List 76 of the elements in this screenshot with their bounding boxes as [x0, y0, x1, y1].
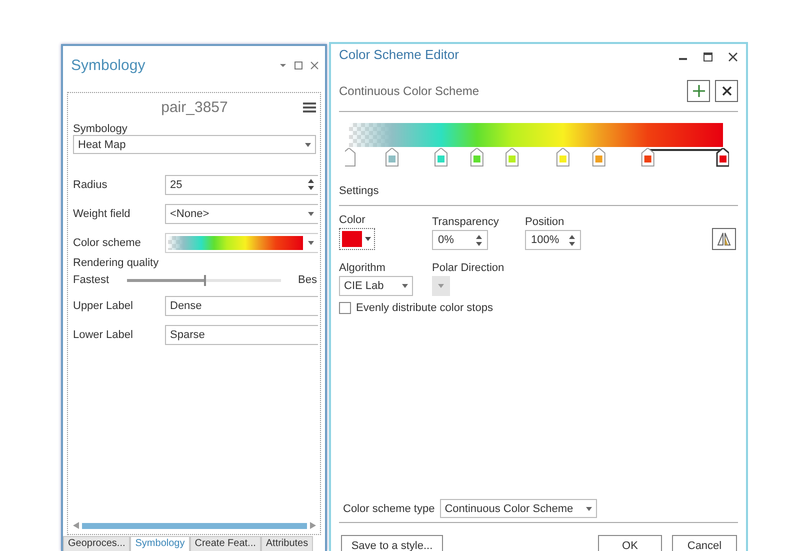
field-label: Radius	[73, 178, 108, 190]
plus-icon	[692, 85, 704, 97]
flip-button[interactable]	[712, 228, 736, 250]
color-stop[interactable]	[506, 148, 519, 166]
add-button[interactable]	[687, 80, 710, 102]
field-label: Upper Label	[73, 300, 134, 312]
delete-button[interactable]	[715, 80, 738, 102]
radius-spinner[interactable]: 25	[165, 174, 318, 194]
field-label: Color scheme type	[343, 502, 435, 514]
spin-icon[interactable]	[308, 179, 314, 190]
caret-icon	[308, 212, 314, 216]
color-stop[interactable]	[434, 148, 448, 166]
color-stop[interactable]	[592, 148, 606, 166]
color-stop[interactable]	[345, 148, 356, 166]
color-stop[interactable]	[716, 148, 729, 167]
field-label: Algorithm	[339, 262, 386, 274]
color-stop[interactable]	[386, 148, 398, 166]
menu-icon[interactable]	[303, 102, 316, 113]
caret-icon	[365, 237, 371, 241]
field-label: Color	[339, 214, 366, 226]
color-stop[interactable]	[641, 148, 654, 166]
caret-icon	[305, 142, 311, 146]
label-field[interactable]: Dense	[165, 296, 318, 316]
color-scheme-dropdown[interactable]	[165, 232, 318, 252]
pane-title: Symbology	[71, 56, 146, 74]
scheme-type-dropdown[interactable]: Continuous Color Scheme	[440, 499, 597, 518]
scroll-left-icon[interactable]	[73, 522, 79, 529]
spin-icon[interactable]	[569, 234, 575, 246]
caret-icon	[586, 506, 592, 510]
slider-max-label: Bes	[298, 274, 317, 286]
section-heading: Settings	[339, 185, 380, 197]
label-field[interactable]: Sparse	[165, 324, 318, 344]
dialog-button[interactable]: Save to a style...	[341, 535, 443, 551]
field-label: Polar Direction	[432, 262, 506, 274]
scheme-name: Continuous Color Scheme	[339, 84, 480, 98]
close-icon[interactable]	[728, 52, 738, 62]
close-icon	[722, 86, 732, 96]
close-icon[interactable]	[310, 60, 319, 70]
dropdown-icon[interactable]	[279, 61, 287, 69]
dialog-button[interactable]: OK	[598, 535, 662, 551]
flip-icon	[717, 232, 731, 246]
spin-icon[interactable]	[476, 234, 482, 246]
position-spinner[interactable]: 100%	[525, 230, 581, 250]
renderer-dropdown[interactable]: Heat Map	[73, 135, 316, 154]
field-label: Lower Label	[73, 328, 134, 340]
field-label: Symbology	[73, 123, 128, 135]
pane-tab[interactable]: Create Feat...	[190, 536, 261, 551]
transparency-spinner[interactable]: 0%	[432, 230, 488, 250]
field-label: Weight field	[73, 208, 132, 220]
field-label: Rendering quality	[73, 257, 160, 269]
layer-name: pair_3857	[161, 98, 228, 116]
maximize-icon[interactable]	[294, 60, 303, 70]
maximize-icon[interactable]	[703, 52, 713, 62]
color-stop[interactable]	[470, 148, 484, 166]
weight-dropdown[interactable]: <None>	[165, 204, 318, 224]
scroll-right-icon[interactable]	[310, 522, 316, 529]
checkbox[interactable]	[339, 302, 351, 314]
dialog-button[interactable]: Cancel	[672, 535, 737, 551]
field-label: Transparency	[432, 216, 500, 228]
pane-tab[interactable]: Symbology	[130, 536, 190, 551]
dialog-title: Color Scheme Editor	[339, 46, 460, 62]
color-ramp[interactable]	[349, 123, 723, 147]
pane-tab[interactable]: Geoproces...	[63, 536, 130, 551]
scrollbar-thumb[interactable]	[82, 522, 307, 528]
caret-icon	[308, 240, 314, 244]
pane-tab[interactable]: Attributes	[260, 536, 314, 551]
color-swatch	[342, 231, 362, 247]
slider-min-label: Fastest	[73, 274, 110, 286]
color-stop[interactable]	[556, 148, 570, 166]
field-label: Color scheme	[73, 236, 142, 248]
field-label: Position	[525, 216, 566, 228]
caret-icon	[402, 284, 408, 288]
caret-icon	[438, 284, 444, 288]
color-picker[interactable]	[339, 228, 375, 250]
algorithm-dropdown[interactable]: CIE Lab	[339, 276, 413, 296]
checkbox-label: Evenly distribute color stops	[356, 302, 493, 314]
